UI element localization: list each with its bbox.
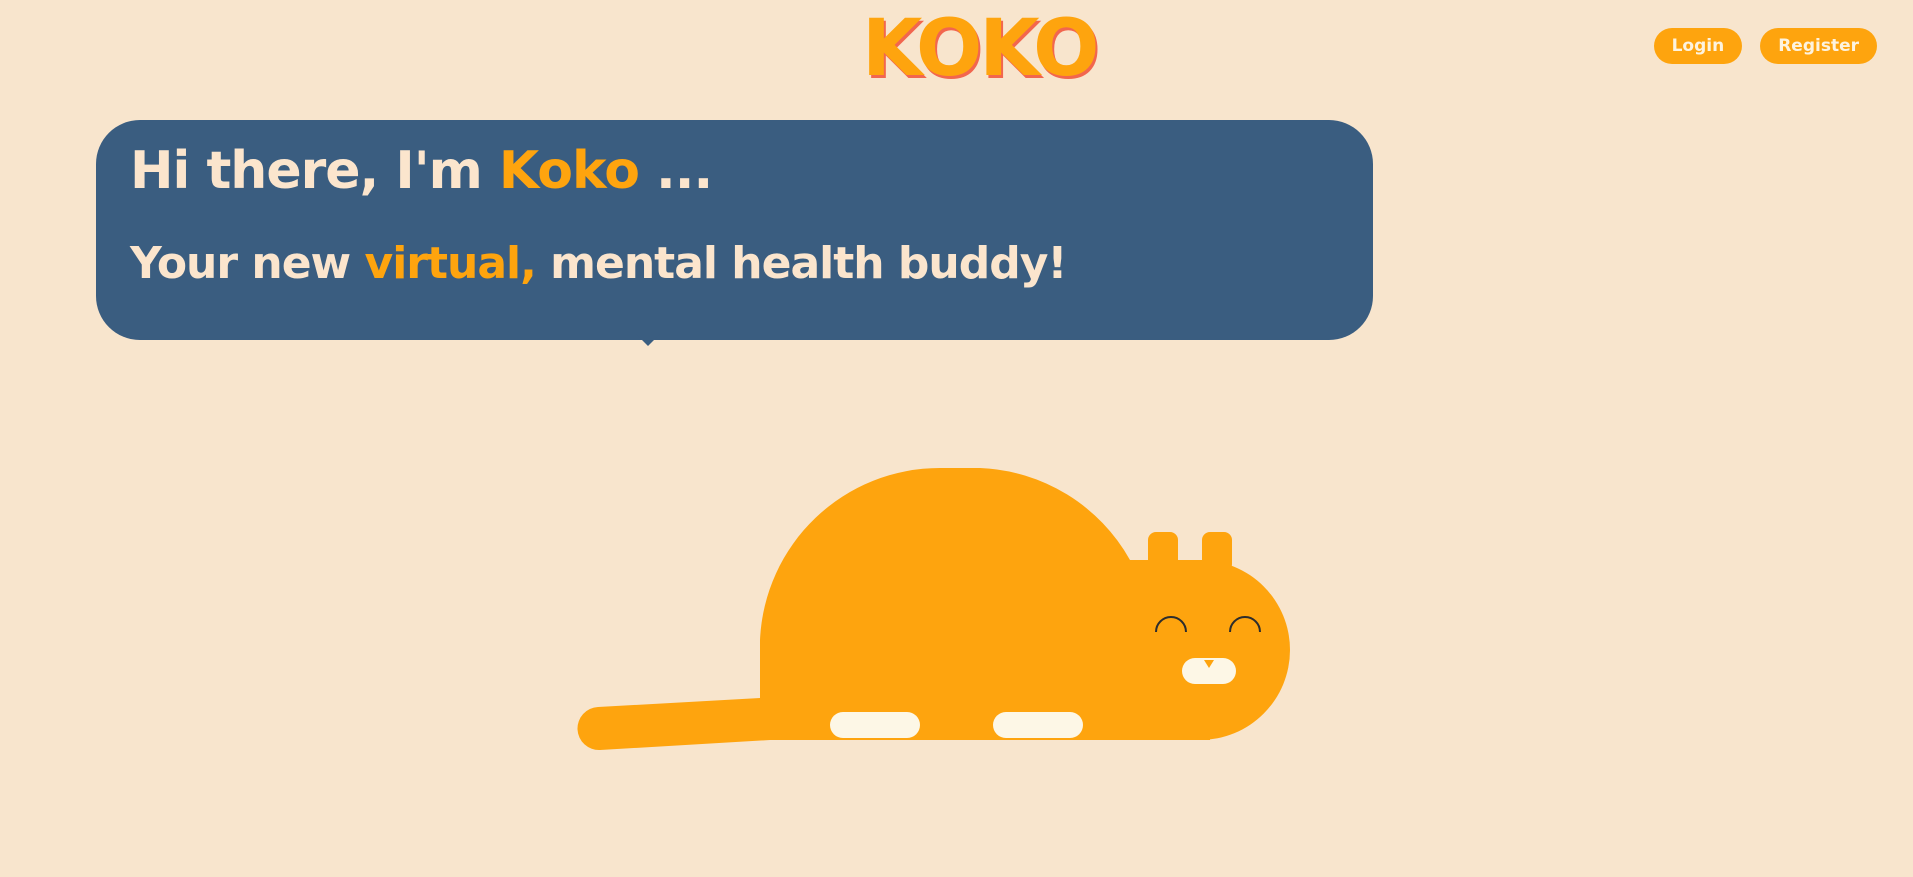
landing-page: KOKO Login Register Hi there, I'm Koko .… <box>0 0 1913 877</box>
speech-bubble-tail <box>636 334 660 346</box>
greeting-prefix: Hi there, I'm <box>130 141 499 201</box>
cat-head <box>1090 560 1290 740</box>
register-button[interactable]: Register <box>1760 28 1877 64</box>
tagline-accent: virtual, <box>364 238 537 289</box>
cat-tail <box>577 698 770 751</box>
greeting-heading: Hi there, I'm Koko ... <box>130 140 1339 202</box>
koko-logo[interactable]: KOKO <box>862 6 1099 92</box>
tagline-suffix: mental health buddy! <box>535 238 1067 289</box>
cat-paw-front <box>830 712 920 738</box>
tagline: Your new virtual, mental health buddy! <box>130 238 1339 290</box>
login-button[interactable]: Login <box>1653 28 1743 64</box>
greeting-suffix: ... <box>638 141 713 201</box>
auth-buttons: Login Register <box>1653 28 1877 64</box>
greeting-name: Koko <box>498 141 640 201</box>
speech-bubble: Hi there, I'm Koko ... Your new virtual,… <box>96 120 1373 340</box>
cat-paw-back <box>993 712 1083 738</box>
tagline-prefix: Your new <box>130 238 365 289</box>
cat-mascot-illustration <box>577 467 1290 751</box>
